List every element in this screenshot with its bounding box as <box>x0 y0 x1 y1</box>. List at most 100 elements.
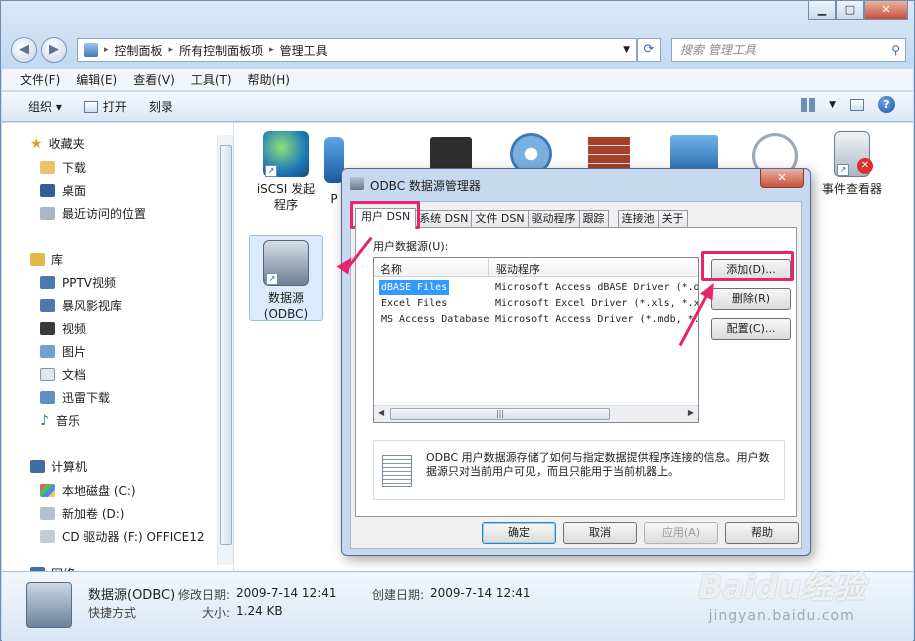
nav-item-pptv[interactable]: PPTV视频 <box>40 274 116 291</box>
network-monitor-icon <box>670 135 718 171</box>
back-arrow-icon[interactable]: ◀ <box>11 37 37 63</box>
remove-button[interactable]: 删除(R) <box>711 288 791 310</box>
odbc-icon <box>350 177 364 190</box>
iscsi-initiator-item[interactable]: ↗ iSCSI 发起 程序 <box>246 131 326 213</box>
menu-view[interactable]: 查看(V) <box>133 69 175 90</box>
menu-edit[interactable]: 编辑(E) <box>76 69 117 90</box>
hard-drive-icon <box>40 507 55 520</box>
column-name[interactable]: 名称 <box>380 261 402 277</box>
configure-button[interactable]: 配置(C)... <box>711 318 791 340</box>
organize-button[interactable]: 组织 ▾ <box>28 98 62 115</box>
tab-system-dsn[interactable]: 系统 DSN <box>415 210 473 228</box>
close-button[interactable]: ✕ <box>864 1 908 20</box>
help-button[interactable]: 帮助 <box>725 522 799 544</box>
computer-icon <box>30 460 45 473</box>
size-value: 1.24 KB <box>236 604 283 618</box>
dialog-title: ODBC 数据源管理器 <box>370 179 481 193</box>
address-bar[interactable]: ▸ 控制面板 ▸ 所有控制面板项 ▸ 管理工具 ▼ <box>77 38 637 62</box>
music-note-icon: ♪ <box>40 412 49 429</box>
nav-scrollbar[interactable] <box>217 135 233 565</box>
help-icon[interactable]: ? <box>878 96 895 113</box>
scroll-left-icon[interactable]: ◀ <box>378 408 384 417</box>
nav-item-drive-f[interactable]: CD 驱动器 (F:) OFFICE12 <box>40 528 204 545</box>
pictures-icon <box>40 345 55 358</box>
modified-value: 2009-7-14 12:41 <box>236 586 337 600</box>
maximize-button[interactable]: □ <box>836 1 864 20</box>
list-horizontal-scrollbar[interactable]: ◀ ||| ▶ <box>374 405 698 422</box>
tab-tracing[interactable]: 跟踪 <box>578 210 609 228</box>
nav-favorites[interactable]: ★ 收藏夹 <box>30 135 85 152</box>
apply-button[interactable]: 应用(A) <box>644 522 718 544</box>
windows-drive-icon <box>40 484 55 497</box>
video-library-icon <box>40 299 55 312</box>
menu-tools[interactable]: 工具(T) <box>191 69 232 90</box>
tab-user-dsn[interactable]: 用户 DSN <box>355 208 417 229</box>
downloads-folder-icon <box>40 391 55 404</box>
minimize-button[interactable]: ▁ <box>808 1 836 20</box>
table-row[interactable]: Excel Files Microsoft Excel Driver (*.xl… <box>374 296 698 312</box>
cancel-button[interactable]: 取消 <box>563 522 637 544</box>
tab-drivers[interactable]: 驱动程序 <box>527 210 580 228</box>
recent-places-icon <box>40 207 55 220</box>
menu-bar: 文件(F) 编辑(E) 查看(V) 工具(T) 帮助(H) <box>2 69 913 91</box>
nav-computer[interactable]: 计算机 <box>30 458 87 475</box>
preview-pane-icon[interactable] <box>850 98 864 111</box>
refresh-icon[interactable]: ⟳ <box>637 38 661 62</box>
odbc-dialog: ODBC 数据源管理器 ✕ 用户 DSN 系统 DSN 文件 DSN 驱动程序 … <box>341 168 811 556</box>
dialog-close-button[interactable]: ✕ <box>760 169 804 188</box>
chevron-down-icon[interactable]: ▼ <box>623 45 630 55</box>
tab-about[interactable]: 关于 <box>657 210 688 228</box>
menu-help[interactable]: 帮助(H) <box>248 69 290 90</box>
table-row[interactable]: MS Access Database Microsoft Access Driv… <box>374 312 698 328</box>
globe-icon: ↗ <box>263 131 309 177</box>
nav-libraries[interactable]: 库 <box>30 251 63 268</box>
nav-item-desktop[interactable]: 桌面 <box>40 182 86 199</box>
breadcrumb-item[interactable]: 所有控制面板项 <box>179 42 263 59</box>
nav-item-music[interactable]: ♪ 音乐 <box>40 412 80 429</box>
error-icon: ✕ <box>857 158 873 174</box>
tab-file-dsn[interactable]: 文件 DSN <box>471 210 529 228</box>
navigation-row: ◀ ▶ ▸ 控制面板 ▸ 所有控制面板项 ▸ 管理工具 ▼ ⟳ 搜索 管理工具 … <box>9 35 906 63</box>
forward-arrow-icon[interactable]: ▶ <box>41 37 67 63</box>
info-text: ODBC 用户数据源存储了如何与指定数据提供程序连接的信息。用户数据源只对当前用… <box>426 451 770 478</box>
ok-button[interactable]: 确定 <box>482 522 556 544</box>
nav-item-xunlei[interactable]: 迅雷下载 <box>40 389 110 406</box>
baidu-watermark: Baidu经验 jingyan.baidu.com <box>698 568 865 624</box>
toolbox-icon <box>26 582 72 628</box>
created-value: 2009-7-14 12:41 <box>430 586 531 600</box>
info-box: ODBC 用户数据源存储了如何与指定数据提供程序连接的信息。用户数据源只对当前用… <box>373 440 785 500</box>
nav-item-documents[interactable]: 文档 <box>40 366 86 383</box>
nav-item-recent[interactable]: 最近访问的位置 <box>40 205 146 222</box>
dsn-list[interactable]: 名称 驱动程序 dBASE Files Microsoft Access dBA… <box>373 257 699 423</box>
scroll-right-icon[interactable]: ▶ <box>688 408 694 417</box>
open-icon <box>83 100 98 113</box>
scrollbar-thumb[interactable] <box>220 145 232 545</box>
size-label: 大小: <box>202 606 231 620</box>
scrollbar-thumb[interactable]: ||| <box>390 408 610 420</box>
event-viewer-item[interactable]: ✕ ↗ 事件查看器 <box>812 131 892 197</box>
breadcrumb-item[interactable]: 控制面板 <box>115 42 163 59</box>
burn-button[interactable]: 刻录 <box>149 98 173 115</box>
nav-item-drive-c[interactable]: 本地磁盘 (C:) <box>40 482 136 499</box>
nav-item-downloads[interactable]: 下载 <box>40 159 86 176</box>
open-button[interactable]: 打开 <box>83 98 127 115</box>
breadcrumb-item[interactable]: 管理工具 <box>280 42 328 59</box>
menu-file[interactable]: 文件(F) <box>20 69 60 90</box>
search-input[interactable]: 搜索 管理工具 ⚲ <box>671 38 906 62</box>
table-row[interactable]: dBASE Files Microsoft Access dBASE Drive… <box>374 280 698 296</box>
chevron-down-icon[interactable]: ▼ <box>829 100 836 110</box>
user-dsn-label: 用户数据源(U): <box>373 240 449 253</box>
column-driver[interactable]: 驱动程序 <box>496 261 540 277</box>
nav-item-drive-d[interactable]: 新加卷 (D:) <box>40 505 124 522</box>
nav-item-videos[interactable]: 视频 <box>40 320 86 337</box>
highlight-box-add <box>701 251 794 281</box>
search-icon[interactable]: ⚲ <box>891 39 900 61</box>
nav-item-pictures[interactable]: 图片 <box>40 343 86 360</box>
view-options-icon[interactable] <box>801 97 816 112</box>
desktop-icon <box>40 184 55 197</box>
nav-item-baofeng[interactable]: 暴风影视库 <box>40 297 122 314</box>
cd-drive-icon <box>40 530 55 543</box>
odbc-data-source-item[interactable]: ↗ 数据源 (ODBC) <box>249 235 323 321</box>
document-icon <box>382 455 412 487</box>
tab-connection-pooling[interactable]: 连接池 <box>617 210 659 228</box>
